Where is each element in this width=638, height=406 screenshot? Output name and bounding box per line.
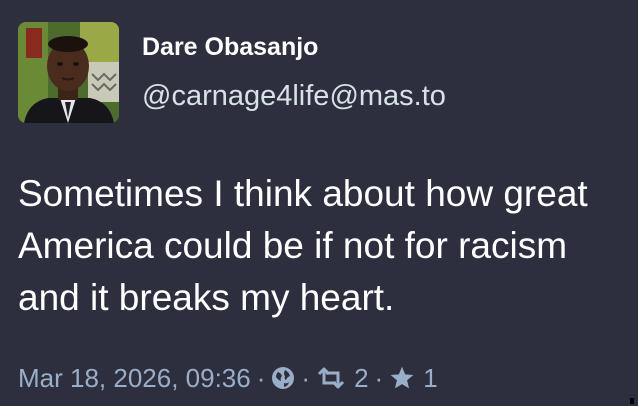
boost-count: 2: [354, 362, 369, 393]
post-meta-bar: Mar 18, 2026, 09:36 · · 2 · 1: [18, 361, 438, 395]
post-card: Dare Obasanjo @carnage4life@mas.to Somet…: [0, 0, 638, 406]
globe-icon: [271, 366, 295, 390]
star-icon[interactable]: [389, 365, 415, 391]
meta-separator: ·: [374, 362, 384, 393]
avatar[interactable]: [18, 22, 119, 123]
boost-icon[interactable]: [316, 366, 346, 390]
meta-separator: ·: [301, 362, 311, 393]
corner-mark: [630, 398, 634, 404]
account-handle[interactable]: @carnage4life@mas.to: [142, 80, 446, 113]
avatar-image: [18, 22, 119, 123]
display-name[interactable]: Dare Obasanjo: [142, 33, 318, 62]
post-timestamp[interactable]: Mar 18, 2026, 09:36: [18, 363, 251, 394]
favourite-count: 1: [423, 362, 438, 393]
meta-separator: ·: [256, 362, 266, 393]
post-content: Sometimes I think about how great Americ…: [18, 173, 588, 318]
